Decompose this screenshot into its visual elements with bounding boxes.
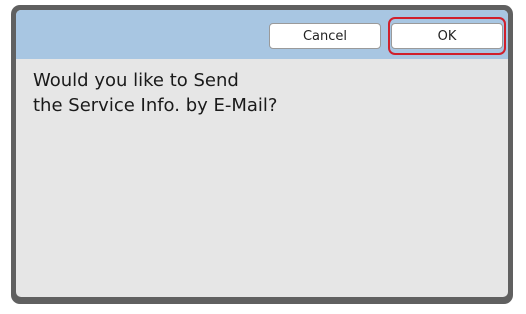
device-screen-frame: Cancel OK Would you like to Send the Ser… xyxy=(11,5,513,304)
message-line-1: Would you like to Send xyxy=(33,70,239,91)
dialog-message: Would you like to Send the Service Info.… xyxy=(33,68,493,118)
confirmation-dialog: Cancel OK Would you like to Send the Ser… xyxy=(16,10,508,297)
cancel-button[interactable]: Cancel xyxy=(269,23,381,49)
ok-button[interactable]: OK xyxy=(391,23,503,49)
message-line-2: the Service Info. by E-Mail? xyxy=(33,95,278,116)
